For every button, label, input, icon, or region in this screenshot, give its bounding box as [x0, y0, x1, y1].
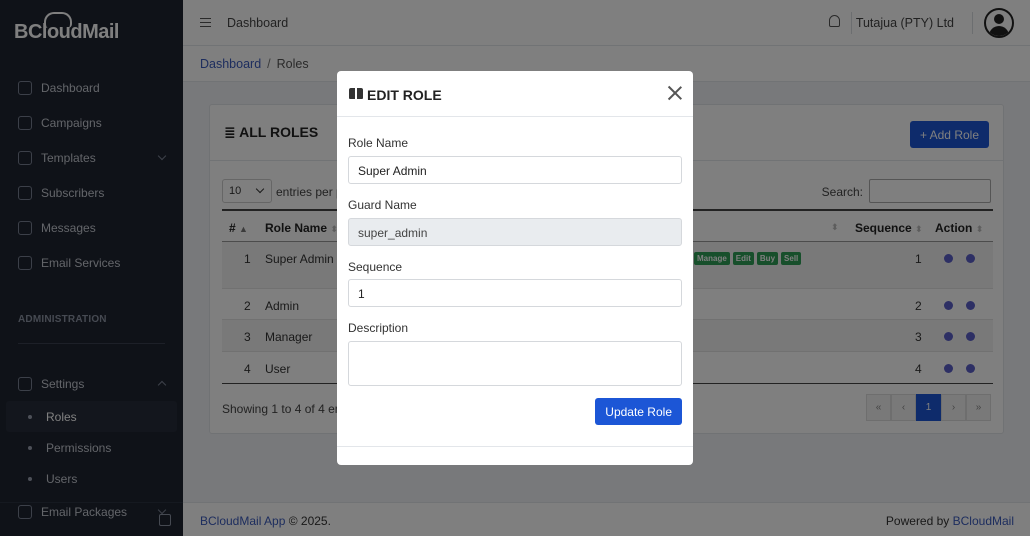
book-icon: [349, 88, 363, 99]
sequence-value: 1: [358, 287, 365, 301]
description-label: Description: [348, 321, 409, 335]
role-name-value: Super Admin: [358, 164, 427, 178]
edit-role-modal: EDIT ROLE Role Name Super Admin Guard Na…: [337, 71, 693, 465]
modal-header: EDIT ROLE: [337, 71, 693, 117]
sequence-label: Sequence: [348, 260, 403, 274]
close-icon[interactable]: [667, 85, 683, 101]
role-name-label: Role Name: [348, 136, 409, 150]
sequence-field[interactable]: 1: [348, 279, 682, 307]
role-name-field[interactable]: Super Admin: [348, 156, 682, 184]
guard-name-field: super_admin: [348, 218, 682, 246]
guard-name-value: super_admin: [358, 226, 428, 240]
update-role-button[interactable]: Update Role: [595, 398, 682, 425]
description-field[interactable]: [348, 341, 682, 386]
modal-footer-divider: [337, 446, 693, 447]
guard-name-label: Guard Name: [348, 198, 417, 212]
modal-title: EDIT ROLE: [367, 87, 442, 103]
